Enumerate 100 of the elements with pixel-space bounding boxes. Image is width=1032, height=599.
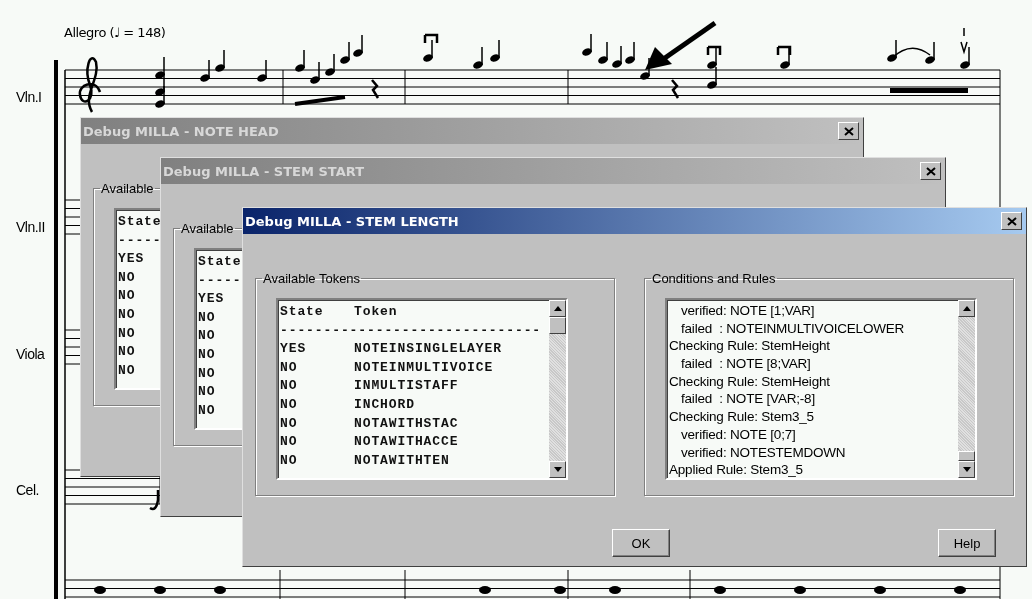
arrow-icon (645, 20, 717, 70)
close-icon (843, 126, 854, 136)
state-text: NO (280, 452, 299, 470)
scroll-down-button[interactable] (958, 461, 975, 478)
music-note (155, 56, 165, 79)
scroll-up-button[interactable] (958, 300, 975, 317)
log-line: failed : NOTEINMULTIVOICELOWER (680, 320, 906, 338)
up-arrow-icon (553, 306, 562, 311)
music-note (310, 61, 320, 84)
state-text: NO (198, 328, 217, 346)
state-text: NO (198, 346, 217, 364)
help-button[interactable]: Help (938, 529, 996, 557)
separator-text: ----- (198, 272, 242, 290)
scroll-thumb[interactable] (549, 317, 566, 334)
note-head (94, 586, 106, 594)
music-note (960, 46, 970, 69)
music-note (612, 45, 622, 68)
log-line: verified: NOTE [1;VAR] (680, 303, 816, 320)
column-header: Token (354, 304, 398, 321)
token-text: INCHORD (354, 396, 415, 414)
up-arrow-icon (962, 306, 971, 311)
log-line: Applied Rule: Stem3_5 (669, 462, 804, 478)
token-list[interactable]: State Token ------------------------------ YES NOTEINSINGLELAYER NO NOTEINMULTIVOICE NO INMULTISTAFF NO INCHORD NO NOTAWITHSTAC NO NOTAWITHACCE NO NOTAWITHTEN (276, 298, 568, 480)
music-note (598, 41, 608, 64)
state-text: YES (118, 251, 146, 269)
separator-text: ----- (118, 232, 162, 250)
note-head (554, 586, 566, 594)
music-note (490, 39, 500, 62)
note-head (154, 586, 166, 594)
instrument-label: Cel. (16, 482, 39, 498)
bowing-mark (706, 45, 722, 57)
log-line: Checking Rule: StemHeight (669, 373, 831, 391)
music-note (625, 41, 635, 64)
scrollbar[interactable] (958, 300, 975, 478)
state-text: NO (198, 402, 217, 420)
group-label: Available (100, 181, 155, 196)
note-head (479, 586, 491, 594)
token-text: INMULTISTAFF (354, 378, 459, 396)
log-line: verified: NOTE [0;7] (680, 426, 797, 444)
scroll-down-button[interactable] (549, 461, 566, 478)
rest-mark (671, 79, 680, 99)
ok-button[interactable]: OK (612, 529, 670, 557)
scroll-up-button[interactable] (549, 300, 566, 317)
down-arrow-icon (962, 467, 971, 472)
tempo-marking: Allegro (♩ = 148) (64, 25, 166, 40)
bowing-mark (960, 27, 968, 55)
music-note (295, 49, 305, 72)
group-label: Available Tokens (262, 271, 362, 286)
rules-list[interactable] (665, 298, 977, 480)
music-note (473, 46, 483, 69)
state-text: YES (280, 341, 308, 359)
note-beam (294, 95, 346, 106)
state-text: NO (198, 309, 217, 327)
token-text: NOTEINSINGLELAYER (354, 341, 502, 359)
music-note (707, 66, 717, 89)
close-icon (1006, 216, 1017, 226)
music-note (353, 34, 363, 57)
state-text: NO (280, 359, 299, 377)
scroll-thumb[interactable] (958, 451, 975, 461)
instrument-label: Vln.II (16, 219, 45, 235)
window-title: Debug MILLA - STEM START (163, 163, 364, 179)
state-text: NO (118, 362, 137, 380)
close-button[interactable] (1001, 212, 1022, 230)
music-note (707, 46, 717, 69)
state-text: NO (118, 306, 137, 324)
column-header: State (198, 254, 243, 271)
state-text: NO (118, 269, 137, 287)
music-note (215, 49, 225, 72)
state-text: NO (118, 288, 137, 306)
note-head (874, 586, 886, 594)
state-text: NO (280, 434, 299, 452)
music-note (340, 41, 350, 64)
music-note (200, 59, 210, 82)
instrument-label: Vln.I (16, 89, 42, 105)
music-note (582, 33, 592, 56)
rest-mark (371, 79, 380, 99)
state-text: NO (280, 378, 299, 396)
token-text: NOTAWITHSTAC (354, 415, 459, 433)
separator-text: ------------------------------ (280, 322, 542, 340)
state-text: NO (118, 344, 137, 362)
music-note (257, 59, 267, 82)
log-line: Checking Rule: StemHeight (669, 338, 831, 356)
instrument-label: Viola (16, 346, 45, 362)
note-head (794, 586, 806, 594)
state-text: NO (280, 415, 299, 433)
note-head (609, 586, 621, 594)
slur-mark (891, 47, 931, 59)
window-title: Debug MILLA - STEM LENGTH (245, 213, 459, 229)
window-title: Debug MILLA - NOTE HEAD (83, 123, 279, 139)
token-text: NOTEINMULTIVOICE (354, 359, 494, 377)
music-note (155, 85, 165, 108)
state-text: NO (280, 396, 299, 414)
column-header: State (280, 304, 325, 321)
scrollbar[interactable] (549, 300, 566, 478)
bowing-mark (423, 33, 439, 45)
log-line: Checking Rule: Stem3_5 (669, 409, 815, 427)
log-line: verified: NOTESTEMDOWN (680, 444, 847, 462)
music-note (423, 39, 433, 62)
treble-clef-icon (78, 57, 102, 113)
close-icon (925, 166, 936, 176)
